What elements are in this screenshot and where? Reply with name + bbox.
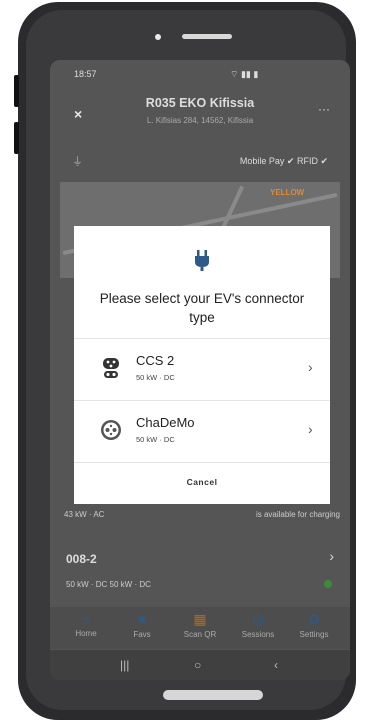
- bottom-tab-bar: ⌂ Home ★ Favs ▦ Scan QR ◷ Sessions ⚙ Settings: [50, 607, 350, 649]
- phone-home-indicator: [163, 690, 263, 700]
- chevron-right-icon: ›: [308, 421, 313, 437]
- chademo-connector-icon: [101, 420, 121, 440]
- availability-status: is available for charging: [255, 510, 340, 519]
- volume-button: [14, 75, 19, 107]
- power-button: [14, 122, 19, 154]
- tab-favs[interactable]: ★ Favs: [114, 611, 170, 639]
- charger-name: 008-2: [66, 552, 97, 566]
- earpiece-speaker: [182, 34, 232, 39]
- android-nav-bar: ||| ○ ‹: [50, 650, 350, 680]
- tab-home[interactable]: ⌂ Home: [58, 611, 114, 638]
- home-nav-button[interactable]: ○: [194, 658, 201, 672]
- connector-spec: 50 kW · DC: [136, 435, 175, 444]
- station-title: R035 EKO Kifissia: [145, 96, 255, 110]
- home-icon: ⌂: [81, 611, 91, 627]
- connector-type-dialog: Please select your EV's connector type C…: [74, 226, 330, 504]
- star-icon: ★: [135, 611, 149, 627]
- tab-settings[interactable]: ⚙ Settings: [286, 611, 342, 639]
- connector-spec: 50 kW · DC: [136, 373, 175, 382]
- recents-button[interactable]: |||: [120, 658, 129, 672]
- connector-option-ccs2[interactable]: CCS 2 50 kW · DC ›: [74, 339, 330, 399]
- charger-icon: ⏚: [72, 156, 83, 168]
- front-camera: [155, 34, 161, 40]
- sessions-icon: ◷: [251, 611, 265, 627]
- charger-list-item[interactable]: 008-2 › 50 kW · DC 50 kW · DC: [60, 540, 340, 604]
- tab-label: Settings: [299, 630, 329, 639]
- gear-icon: ⚙: [307, 611, 321, 627]
- cancel-button[interactable]: Cancel: [74, 468, 330, 496]
- status-icons: ⌔ ▮▮ ▮: [230, 69, 259, 79]
- charger-connectors: 50 kW · DC 50 kW · DC: [66, 580, 151, 589]
- connector-row: 43 kW · AC is available for charging: [60, 500, 340, 532]
- divider: [74, 462, 330, 463]
- connector-option-chademo[interactable]: ChaDeMo 50 kW · DC ›: [74, 401, 330, 461]
- station-header: × R035 EKO Kifissia L. Kifisias 284, 145…: [50, 84, 350, 138]
- map-poi-label: YELLOW: [270, 188, 305, 197]
- connector-name: CCS 2: [136, 353, 175, 368]
- tab-sessions[interactable]: ◷ Sessions: [230, 611, 286, 639]
- tab-label: Favs: [133, 630, 151, 639]
- dialog-title: Please select your EV's connector type: [99, 291, 305, 325]
- station-address: L. Kifisias 284, 14562, Kifissia: [146, 116, 254, 125]
- connector-power: 43 kW · AC: [64, 510, 105, 519]
- tab-label: Scan QR: [183, 630, 217, 639]
- back-button[interactable]: ‹: [274, 658, 278, 672]
- screen: 18:57 ⌔ ▮▮ ▮ × R035 EKO Kifissia L. Kifi…: [50, 60, 350, 680]
- ccs2-connector-icon: [103, 358, 119, 378]
- qr-icon: ▦: [193, 611, 207, 627]
- chevron-right-icon: ›: [308, 359, 313, 375]
- more-options-button[interactable]: ···: [318, 102, 330, 116]
- tab-label: Sessions: [241, 630, 275, 639]
- status-bar: 18:57 ⌔ ▮▮ ▮: [50, 60, 350, 84]
- payment-methods-text: Mobile Pay ✔ RFID ✔: [239, 156, 328, 166]
- tab-label: Home: [75, 629, 97, 638]
- plug-icon: [195, 250, 209, 271]
- chevron-right-icon: ›: [329, 548, 334, 564]
- connector-name: ChaDeMo: [136, 415, 195, 430]
- available-status-dot: [324, 580, 332, 588]
- tab-scan-qr[interactable]: ▦ Scan QR: [172, 611, 228, 639]
- status-time: 18:57: [74, 69, 97, 79]
- payment-methods-bar: ⏚ Mobile Pay ✔ RFID ✔: [50, 146, 350, 180]
